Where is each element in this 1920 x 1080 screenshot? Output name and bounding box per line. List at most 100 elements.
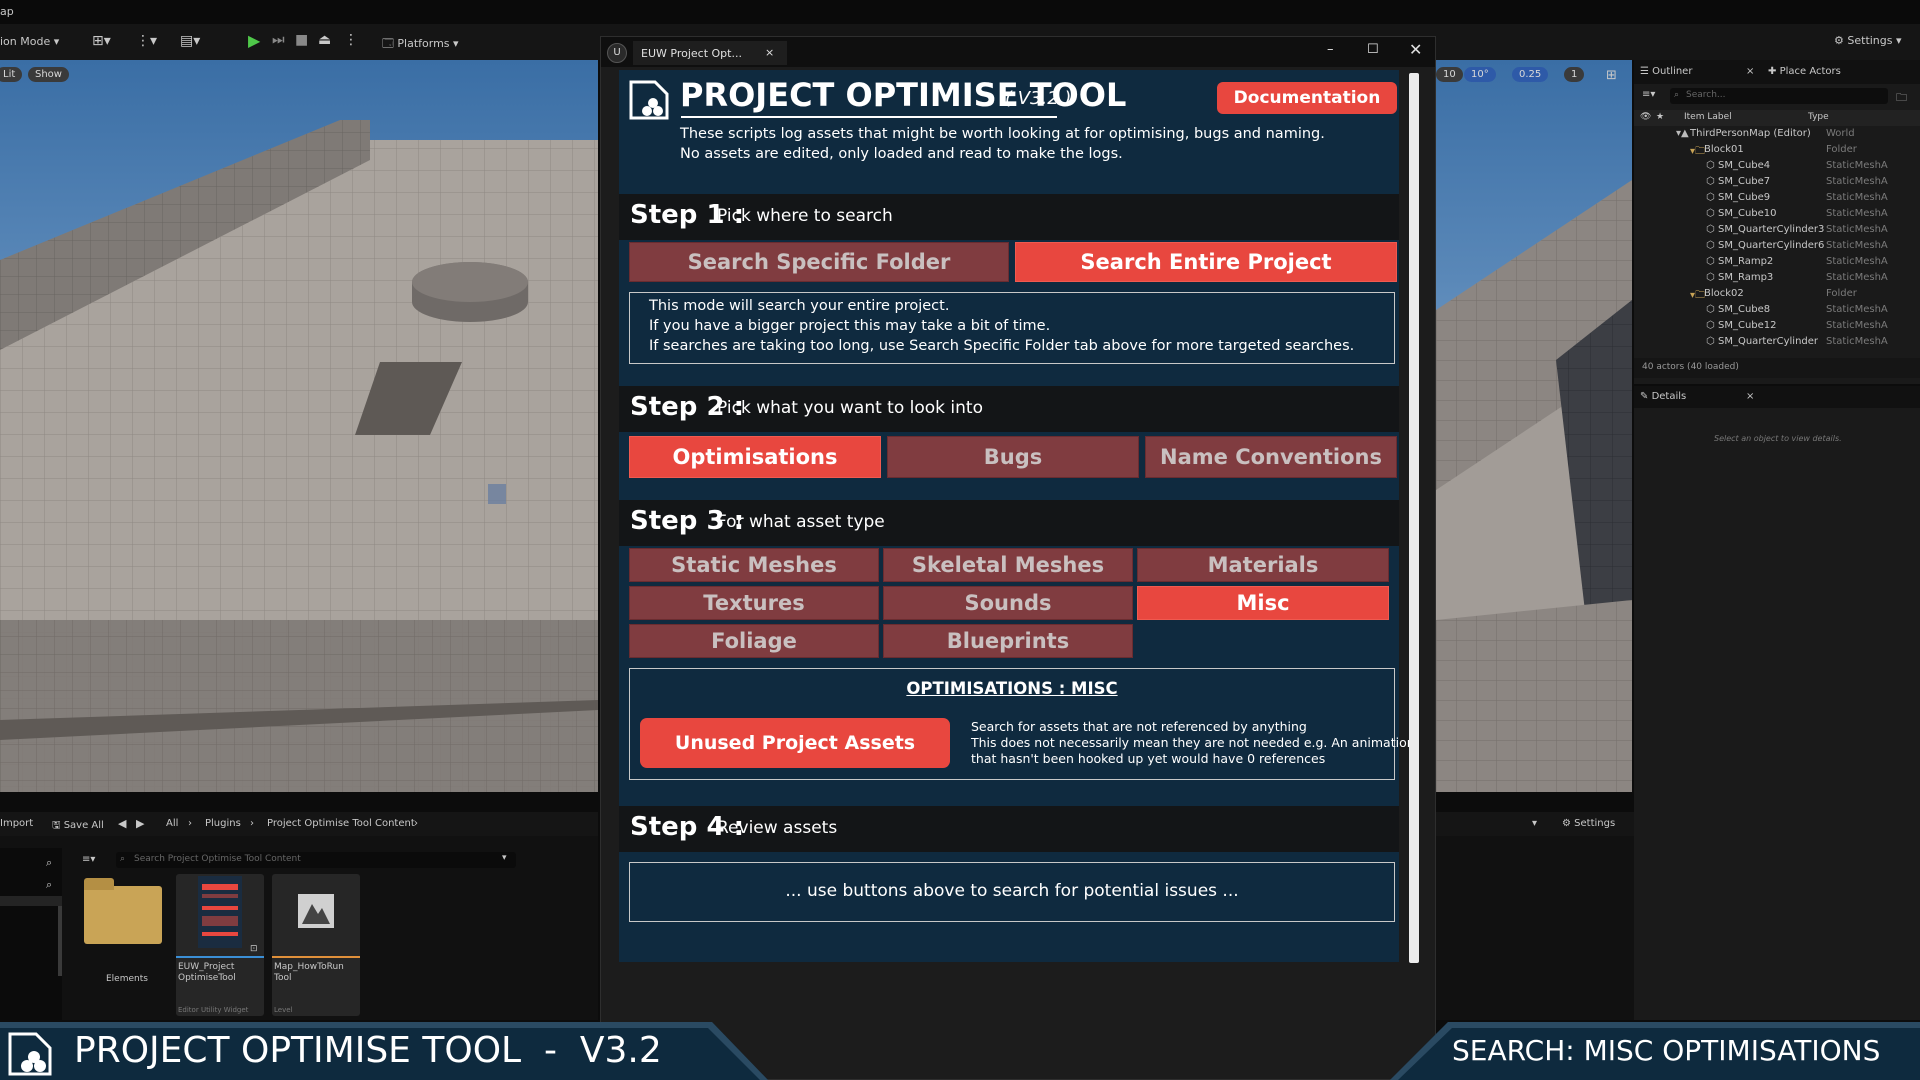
add-content-icon[interactable]: ⊞▾ bbox=[92, 33, 111, 49]
history-forward-icon[interactable]: ▶ bbox=[136, 817, 144, 830]
step-2-description: Pick what you want to look into bbox=[717, 398, 983, 418]
maximize-icon[interactable]: ☐ bbox=[1367, 42, 1379, 57]
rotation-snap-pill[interactable]: 10° bbox=[1464, 67, 1496, 82]
tool-header: PROJECT OPTIMISE TOOL ( V3.2 ) Documenta… bbox=[619, 70, 1399, 172]
close-icon[interactable]: × bbox=[1746, 66, 1754, 77]
outliner-row[interactable]: ⬡ SM_Cube7 StaticMeshA bbox=[1634, 176, 1920, 192]
type-sounds-button[interactable]: Sounds bbox=[883, 586, 1133, 620]
type-skeletal-meshes-button[interactable]: Skeletal Meshes bbox=[883, 548, 1133, 582]
tab-euw-project[interactable]: EUW Project Opt... × bbox=[633, 41, 787, 65]
settings-menu[interactable]: ⚙ Settings ▾ bbox=[1834, 34, 1902, 47]
search-entire-project-button[interactable]: Search Entire Project bbox=[1015, 242, 1397, 282]
save-all-button[interactable]: 🖫 Save All bbox=[52, 818, 104, 835]
viewport-show-pill[interactable]: Show bbox=[28, 67, 69, 82]
platforms-menu[interactable]: 🗔 Platforms ▾ bbox=[382, 35, 459, 54]
close-window-icon[interactable]: ✕ bbox=[1409, 40, 1422, 59]
minimize-icon[interactable]: – bbox=[1327, 42, 1334, 57]
outliner-row[interactable]: ⬡ SM_QuarterCylinder3 StaticMeshA bbox=[1634, 224, 1920, 240]
asset-tile[interactable]: Map_HowToRun Tool Level bbox=[272, 874, 360, 1016]
window-scrollbar[interactable] bbox=[1409, 73, 1419, 963]
name-conventions-button[interactable]: Name Conventions bbox=[1145, 436, 1397, 478]
stop-icon[interactable]: ■ bbox=[295, 32, 308, 48]
asset-tile[interactable]: Elements bbox=[84, 874, 162, 1002]
outliner-row-label: SM_Cube7 bbox=[1718, 176, 1771, 187]
history-back-icon[interactable]: ◀ bbox=[118, 817, 126, 830]
save-all-label: Save All bbox=[63, 820, 104, 831]
close-icon[interactable]: × bbox=[1746, 391, 1754, 402]
level-viewport-right[interactable]: 10 10° 0.25 1 ⊞ bbox=[1436, 60, 1632, 792]
outliner-row[interactable]: ⬡ SM_Ramp3 StaticMeshA bbox=[1634, 272, 1920, 288]
outliner-row-type: StaticMeshA bbox=[1826, 256, 1888, 267]
outliner-row[interactable]: ▾▲ ThirdPersonMap (Editor) World bbox=[1634, 128, 1920, 144]
bugs-button[interactable]: Bugs bbox=[887, 436, 1139, 478]
col-item-label[interactable]: Item Label bbox=[1684, 112, 1732, 122]
outliner-row[interactable]: ▾🗀 Block01 Folder bbox=[1634, 144, 1920, 160]
breadcrumb-separator-icon: › bbox=[250, 818, 254, 829]
folder-tree[interactable]: ⌕ ⌕ bbox=[0, 848, 62, 1020]
level-viewport[interactable]: Lit Show bbox=[0, 60, 598, 792]
type-blueprints-button[interactable]: Blueprints bbox=[883, 624, 1133, 658]
breadcrumb-plugins[interactable]: Plugins bbox=[205, 818, 241, 829]
filter-icon[interactable]: ≡▾ bbox=[1642, 89, 1658, 103]
tab-details[interactable]: ✎ Details bbox=[1640, 391, 1686, 402]
type-foliage-button[interactable]: Foliage bbox=[629, 624, 879, 658]
cinematics-icon[interactable]: ▤▾ bbox=[180, 33, 200, 49]
outliner-row[interactable]: ▾🗀 Block02 Folder bbox=[1634, 288, 1920, 304]
breadcrumb-folder[interactable]: Project Optimise Tool Content bbox=[267, 818, 415, 829]
outliner-row[interactable]: ⬡ SM_Cube10 StaticMeshA bbox=[1634, 208, 1920, 224]
snap-tools-icon[interactable]: ⋮▾ bbox=[136, 33, 157, 49]
info-line-3: If searches are taking too long, use Sea… bbox=[649, 338, 1355, 354]
unused-project-assets-button[interactable]: Unused Project Assets bbox=[640, 718, 950, 768]
eye-icon[interactable]: 👁 bbox=[1640, 112, 1651, 122]
grid-snap-pill[interactable]: 10 bbox=[1436, 67, 1463, 82]
asset-tile[interactable]: ⊡ EUW_Project OptimiseTool Editor Utilit… bbox=[176, 874, 264, 1016]
outliner-row[interactable]: ⬡ SM_Ramp2 StaticMeshA bbox=[1634, 256, 1920, 272]
settings-label: Settings bbox=[1847, 34, 1893, 47]
close-icon[interactable]: × bbox=[765, 46, 774, 59]
breadcrumb-all[interactable]: All bbox=[166, 818, 178, 829]
optimisations-button[interactable]: Optimisations bbox=[629, 436, 881, 478]
outliner-row[interactable]: ⬡ SM_QuarterCylinder6 StaticMeshA bbox=[1634, 240, 1920, 256]
type-misc-button[interactable]: Misc bbox=[1137, 586, 1389, 620]
tab-place-actors[interactable]: ✚ Place Actors bbox=[1768, 66, 1841, 77]
outliner-row[interactable]: ⬡ SM_Cube9 StaticMeshA bbox=[1634, 192, 1920, 208]
folder-tree-row[interactable] bbox=[0, 896, 62, 906]
outliner-row-label: Block01 bbox=[1704, 144, 1744, 155]
type-textures-button[interactable]: Textures bbox=[629, 586, 879, 620]
static-mesh-icon: ⬡ bbox=[1706, 176, 1715, 187]
chevron-down-icon[interactable]: ▾ bbox=[502, 853, 507, 863]
content-search-input[interactable]: ⌕ Search Project Optimise Tool Content ▾ bbox=[116, 852, 516, 868]
add-folder-icon[interactable]: 🗀 bbox=[1896, 89, 1907, 108]
folder-tree-scrollbar[interactable] bbox=[58, 906, 62, 976]
tab-outliner[interactable]: ☰ Outliner bbox=[1640, 66, 1692, 77]
outliner-search-input[interactable]: ⌕ Search... bbox=[1670, 88, 1888, 104]
col-type[interactable]: Type bbox=[1808, 112, 1829, 122]
content-browser-right: ▾ ⚙ Settings bbox=[1436, 812, 1634, 1020]
outliner-row[interactable]: ⬡ SM_Cube4 StaticMeshA bbox=[1634, 160, 1920, 176]
filter-icon[interactable]: ≡▾ bbox=[82, 854, 95, 865]
search-specific-folder-button[interactable]: Search Specific Folder bbox=[629, 242, 1009, 282]
chevron-down-icon[interactable]: ▾ bbox=[1532, 818, 1537, 829]
action-desc-1: Search for assets that are not reference… bbox=[971, 719, 1307, 734]
step-icon[interactable]: ⏭ bbox=[272, 32, 285, 48]
star-icon[interactable]: ★ bbox=[1656, 112, 1664, 122]
mode-selector[interactable]: ion Mode ▾ bbox=[0, 35, 59, 48]
camera-speed-pill[interactable]: 1 bbox=[1564, 67, 1585, 82]
search-icon[interactable]: ⌕ bbox=[46, 856, 52, 870]
search-icon[interactable]: ⌕ bbox=[46, 878, 52, 892]
type-materials-button[interactable]: Materials bbox=[1137, 548, 1389, 582]
viewport-lit-pill[interactable]: Lit bbox=[0, 67, 23, 82]
import-button[interactable]: Import bbox=[0, 818, 33, 829]
map-tab-label[interactable]: ap bbox=[0, 5, 14, 18]
documentation-button[interactable]: Documentation bbox=[1217, 82, 1397, 114]
more-options-icon[interactable]: ⋮ bbox=[344, 32, 358, 48]
play-icon[interactable]: ▶ bbox=[248, 31, 260, 50]
scale-snap-pill[interactable]: 0.25 bbox=[1512, 67, 1549, 82]
outliner-row[interactable]: ⬡ SM_QuarterCylinder StaticMeshA bbox=[1634, 336, 1920, 352]
type-static-meshes-button[interactable]: Static Meshes bbox=[629, 548, 879, 582]
launch-icon[interactable]: ⏏ bbox=[318, 32, 331, 48]
layout-icon[interactable]: ⊞ bbox=[1606, 68, 1617, 83]
cb-settings-button[interactable]: ⚙ Settings bbox=[1562, 818, 1615, 829]
outliner-row[interactable]: ⬡ SM_Cube12 StaticMeshA bbox=[1634, 320, 1920, 336]
outliner-row[interactable]: ⬡ SM_Cube8 StaticMeshA bbox=[1634, 304, 1920, 320]
